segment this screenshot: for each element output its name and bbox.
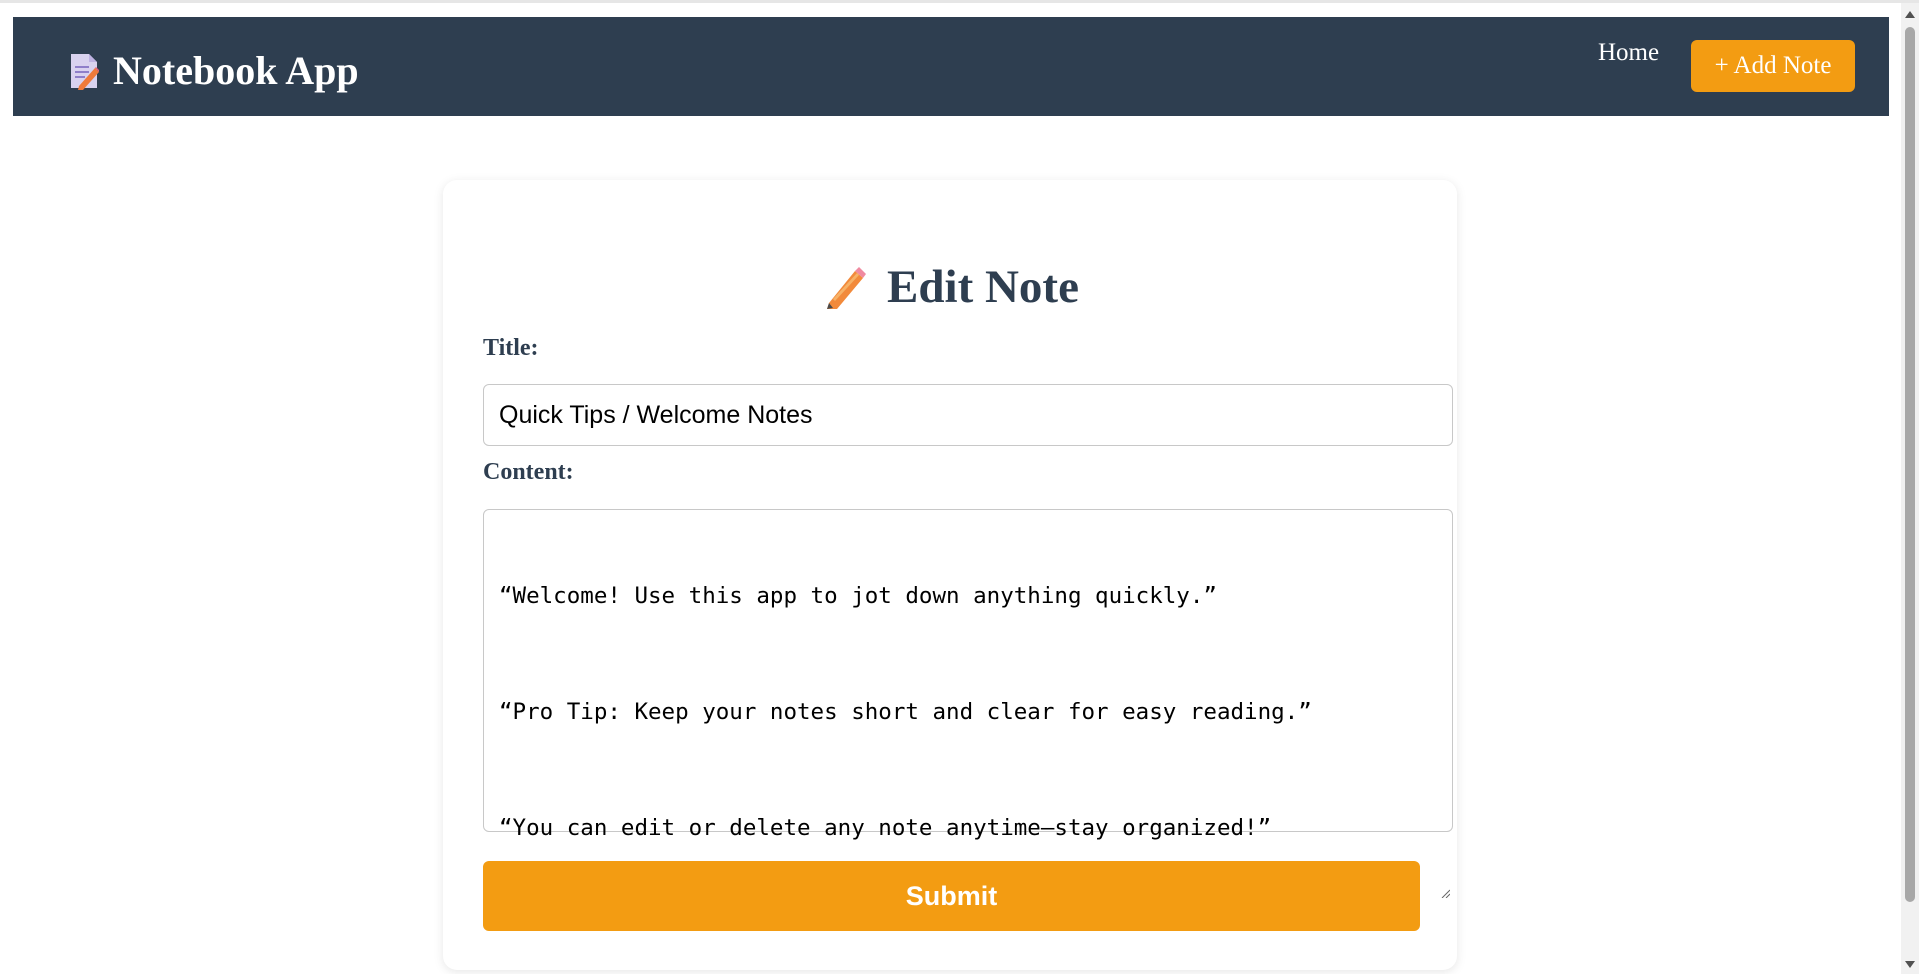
title-input[interactable]: Quick Tips / Welcome Notes xyxy=(483,384,1453,446)
content-line: “Pro Tip: Keep your notes short and clea… xyxy=(499,699,1312,725)
submit-button[interactable]: Submit xyxy=(483,861,1420,931)
scroll-down-arrow-icon[interactable] xyxy=(1905,961,1915,968)
content-textarea[interactable]: “Welcome! Use this app to jot down anyth… xyxy=(483,509,1453,899)
add-note-button[interactable]: + Add Note xyxy=(1691,40,1855,92)
page-title: Edit Note xyxy=(443,260,1457,314)
resize-handle-icon[interactable] xyxy=(1440,819,1451,899)
page-heading: Edit Note xyxy=(887,261,1079,313)
title-label: Title: xyxy=(483,335,539,361)
brand[interactable]: Notebook App xyxy=(69,47,359,94)
content-line: “You can edit or delete any note anytime… xyxy=(499,815,1272,841)
window-top-border xyxy=(0,0,1919,3)
title-input-value: Quick Tips / Welcome Notes xyxy=(499,400,813,429)
scrollbar-thumb[interactable] xyxy=(1905,27,1915,902)
content-line: “Welcome! Use this app to jot down anyth… xyxy=(499,583,1217,609)
pencil-icon xyxy=(821,263,869,311)
navbar: Notebook App Home + Add Note xyxy=(13,17,1889,116)
content-label: Content: xyxy=(483,459,574,485)
memo-icon xyxy=(69,52,100,90)
nav-home-link[interactable]: Home xyxy=(1598,39,1659,67)
brand-title: Notebook App xyxy=(113,48,359,93)
vertical-scrollbar[interactable] xyxy=(1901,3,1919,974)
scroll-up-arrow-icon[interactable] xyxy=(1905,11,1915,18)
edit-note-card: Edit Note Title: Quick Tips / Welcome No… xyxy=(443,180,1457,970)
